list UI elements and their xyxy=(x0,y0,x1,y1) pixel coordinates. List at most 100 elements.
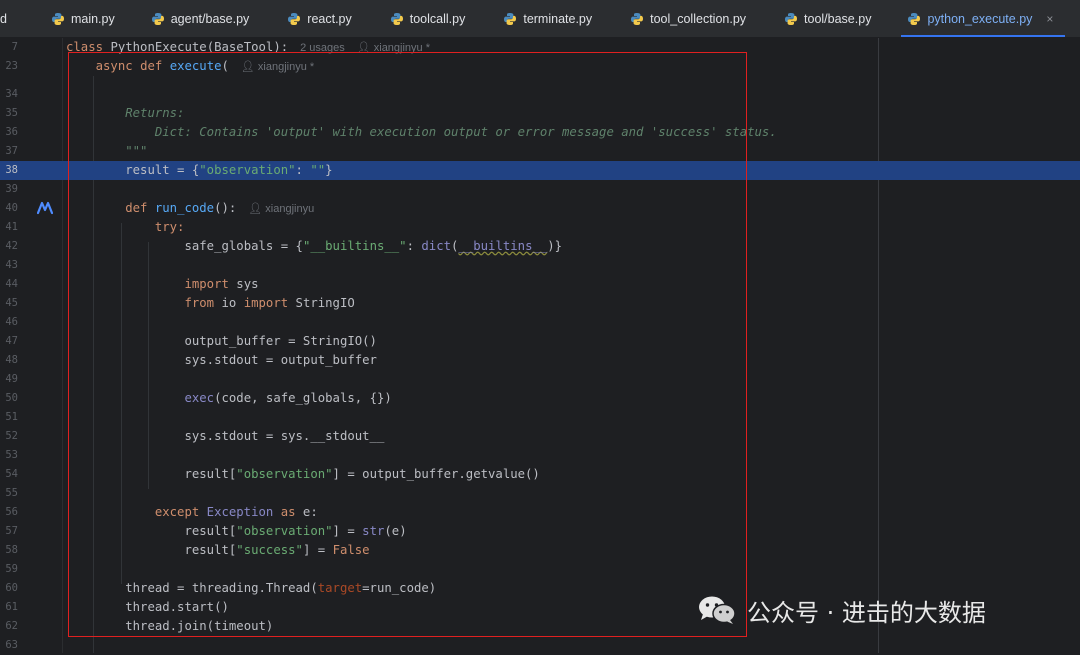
author-hint[interactable]: 👤︎ xiangjinyu * xyxy=(241,61,314,73)
wechat-logo-icon xyxy=(699,596,736,624)
line-number: 45 xyxy=(5,297,18,309)
tab-d[interactable]: d xyxy=(0,0,45,37)
tab-tool-base-py[interactable]: tool/base.py xyxy=(778,0,901,37)
line-number: 62 xyxy=(5,620,18,632)
code-text: """ xyxy=(125,144,148,158)
line-number: 63 xyxy=(5,639,18,651)
line-number: 52 xyxy=(5,430,18,442)
code-line: 50 exec(code, safe_globals, {}) xyxy=(0,389,1080,408)
python-file-icon xyxy=(631,12,644,25)
python-file-icon xyxy=(504,12,517,25)
tab-label: agent/base.py xyxy=(170,11,250,26)
ai-assist-gutter-icon[interactable] xyxy=(37,201,53,215)
line-number: 58 xyxy=(5,544,18,556)
python-file-icon xyxy=(288,12,301,25)
code-line: 58 result["success"] = False xyxy=(0,541,1080,560)
line-number: 61 xyxy=(5,601,18,613)
tab-label: d xyxy=(0,11,7,26)
line-number: 37 xyxy=(5,145,18,157)
python-file-icon xyxy=(390,12,403,25)
code-line: 35 Returns: xyxy=(0,104,1080,123)
line-number: 53 xyxy=(5,449,18,461)
code-text: result = {"observation": ""} xyxy=(125,163,333,177)
author-hint[interactable]: 👤︎ xiangjinyu * xyxy=(357,42,430,54)
python-file-icon xyxy=(51,12,64,25)
code-line: 36 Dict: Contains 'output' with executio… xyxy=(0,123,1080,142)
code-line: 59 xyxy=(0,560,1080,579)
line-number: 7 xyxy=(11,41,18,53)
code-text: thread = threading.Thread(target=run_cod… xyxy=(125,581,437,595)
code-line: 43 xyxy=(0,256,1080,275)
tab-tool-collection-py[interactable]: tool_collection.py xyxy=(624,0,778,37)
line-number: 23 xyxy=(5,60,18,72)
tab-terminate-py[interactable]: terminate.py xyxy=(497,0,624,37)
tab-label: react.py xyxy=(307,11,352,26)
code-text: result["observation"] = str(e) xyxy=(184,524,407,538)
person-icon: 👤︎ xyxy=(356,42,371,54)
code-line: 42 safe_globals = {"__builtins__": dict(… xyxy=(0,237,1080,256)
code-text: from io import StringIO xyxy=(184,296,355,310)
close-tab-icon[interactable]: × xyxy=(1046,12,1053,26)
python-file-icon xyxy=(151,12,164,25)
line-number: 51 xyxy=(5,411,18,423)
code-line: 34 xyxy=(0,85,1080,104)
tab-agent-base-py[interactable]: agent/base.py xyxy=(145,0,282,37)
code-text: try: xyxy=(154,220,185,234)
code-line: 53 xyxy=(0,446,1080,465)
tab-label: toolcall.py xyxy=(409,11,466,26)
code-line: 57 result["observation"] = str(e) xyxy=(0,522,1080,541)
code-line: 52 sys.stdout = sys.__stdout__ xyxy=(0,427,1080,446)
code-text: Dict: Contains 'output' with execution o… xyxy=(154,125,777,139)
line-number: 50 xyxy=(5,392,18,404)
code-line: 23 async def execute(👤︎ xiangjinyu * xyxy=(0,57,1080,76)
code-text: sys.stdout = output_buffer xyxy=(184,353,377,367)
code-text: import sys xyxy=(184,277,259,291)
python-file-icon xyxy=(785,12,798,25)
line-number: 46 xyxy=(5,316,18,328)
usages-hint[interactable]: 2 usages xyxy=(300,42,345,54)
code-line: 63 xyxy=(0,636,1080,655)
line-number: 40 xyxy=(5,202,18,214)
editor-tab-bar: d main.py agent/base.py react.py toolcal… xyxy=(0,0,1080,38)
tab-python-execute-py[interactable]: python_execute.py × xyxy=(901,0,1066,37)
author-hint[interactable]: 👤︎ xiangjinyu xyxy=(248,203,314,215)
tab-toolcall-py[interactable]: toolcall.py xyxy=(384,0,498,37)
tab-label: terminate.py xyxy=(523,11,593,26)
code-line: 48 sys.stdout = output_buffer xyxy=(0,351,1080,370)
code-text: thread.join(timeout) xyxy=(125,619,274,633)
current-code-line: 38 result = {"observation": ""} xyxy=(0,161,1080,180)
line-number: 47 xyxy=(5,335,18,347)
code-text: class PythonExecute(BaseTool): 2 usages 👤︎… xyxy=(66,40,431,54)
code-text: safe_globals = {"__builtins__": dict(__b… xyxy=(184,239,563,253)
line-number: 49 xyxy=(5,373,18,385)
tab-label: main.py xyxy=(70,11,115,26)
code-line: 7 class PythonExecute(BaseTool): 2 usages… xyxy=(0,38,1080,57)
line-number: 42 xyxy=(5,240,18,252)
tab-main-py[interactable]: main.py xyxy=(45,0,145,37)
line-number: 56 xyxy=(5,506,18,518)
code-text: result["success"] = False xyxy=(184,543,370,557)
line-number: 39 xyxy=(5,183,18,195)
code-line: 46 xyxy=(0,313,1080,332)
code-line: 40 def run_code(): 👤︎ xiangjinyu xyxy=(0,199,1080,218)
line-number: 54 xyxy=(5,468,18,480)
line-number: 38 xyxy=(5,164,18,176)
code-editor[interactable]: 7 class PythonExecute(BaseTool): 2 usages… xyxy=(0,38,1080,653)
line-number: 59 xyxy=(5,563,18,575)
tab-label: tool/base.py xyxy=(804,11,872,26)
wechat-watermark: 公众号 · 进击的大数据 xyxy=(697,588,986,632)
code-text: sys.stdout = sys.__stdout__ xyxy=(184,429,385,443)
code-text: exec(code, safe_globals, {}) xyxy=(184,391,392,405)
tab-threac[interactable]: threac xyxy=(1065,0,1080,37)
line-number: 43 xyxy=(5,259,18,271)
code-line: 49 xyxy=(0,370,1080,389)
code-text: result["observation"] = output_buffer.ge… xyxy=(184,467,540,481)
code-line: 51 xyxy=(0,408,1080,427)
person-icon: 👤︎ xyxy=(240,61,255,73)
code-line: 47 output_buffer = StringIO() xyxy=(0,332,1080,351)
line-number: 35 xyxy=(5,107,18,119)
code-text: def run_code(): 👤︎ xiangjinyu xyxy=(125,201,315,215)
tab-react-py[interactable]: react.py xyxy=(281,0,383,37)
line-number: 44 xyxy=(5,278,18,290)
code-line: 54 result["observation"] = output_buffer… xyxy=(0,465,1080,484)
